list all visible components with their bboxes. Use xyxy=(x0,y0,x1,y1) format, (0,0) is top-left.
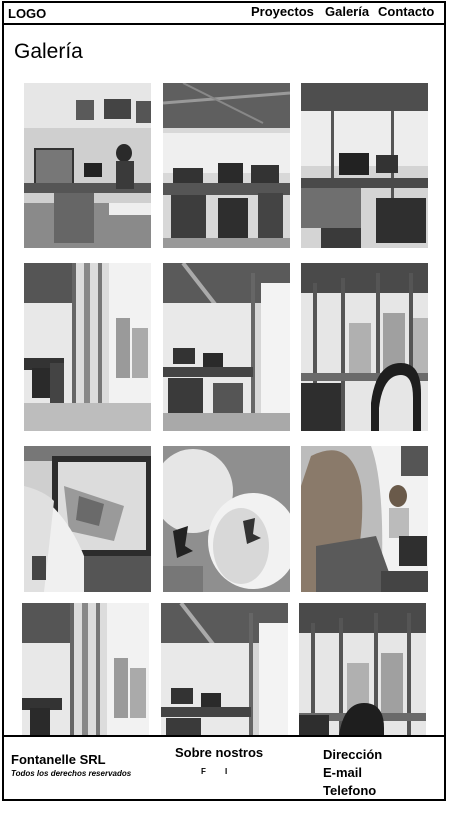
footer-about-link[interactable]: Sobre nostros xyxy=(175,745,263,760)
footer-address: Dirección xyxy=(323,747,383,762)
office-workstations-photo[interactable] xyxy=(24,83,151,248)
footer-email: E-mail xyxy=(323,765,363,780)
nav-link-proyectos[interactable]: Proyectos xyxy=(251,4,314,19)
footer-company-name: Fontanelle SRL xyxy=(11,752,106,767)
footer: Fontanelle SRL Todos los derechos reserv… xyxy=(2,735,446,801)
page-title: Galería xyxy=(14,40,83,63)
logo[interactable]: LOGO xyxy=(8,6,46,21)
footer-copyright: Todos los derechos reservados xyxy=(11,769,132,778)
nav-link-contacto[interactable]: Contacto xyxy=(378,4,434,19)
office-window-corridor-photo[interactable] xyxy=(22,603,149,735)
office-window-chair-photo[interactable] xyxy=(301,263,428,431)
office-desks-photo[interactable] xyxy=(163,83,290,248)
footer-phone: Telefono xyxy=(323,783,377,798)
top-navigation-bar: LOGO Proyectos Galería Contacto xyxy=(2,1,446,25)
facebook-icon[interactable]: F xyxy=(201,767,206,776)
office-industrial-ceiling-photo[interactable] xyxy=(161,603,288,735)
woman-at-computer-photo[interactable] xyxy=(301,446,428,592)
office-industrial-ceiling-photo[interactable] xyxy=(163,263,290,431)
office-open-plan-photo[interactable] xyxy=(301,83,428,248)
laptop-site-plan-photo[interactable] xyxy=(24,446,151,592)
office-window-corridor-photo[interactable] xyxy=(24,263,151,431)
instagram-icon[interactable]: I xyxy=(225,767,227,776)
office-window-chair-photo[interactable] xyxy=(299,603,426,735)
hard-hats-photo[interactable] xyxy=(163,446,290,592)
nav-link-galeria[interactable]: Galería xyxy=(325,4,369,19)
